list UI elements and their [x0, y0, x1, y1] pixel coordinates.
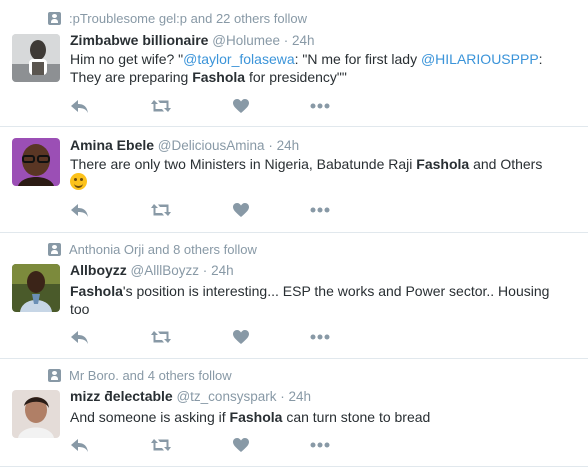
context-text: Anthonia Orji and 8 others follow	[69, 242, 257, 257]
reply-icon[interactable]	[70, 328, 90, 346]
user-handle[interactable]: @tz_consyspark	[176, 389, 276, 404]
tweet-actions	[70, 97, 370, 115]
tweet-text: There are only two Ministers in Nigeria,…	[70, 155, 570, 191]
highlighted-keyword: Fashola	[70, 283, 123, 299]
text-segment: :	[538, 51, 543, 67]
text-segment: 's position is interesting... ESP the wo…	[122, 283, 550, 299]
text-segment: for presidency""	[245, 69, 347, 85]
mention-link[interactable]: @taylor_folasewa	[183, 51, 295, 67]
avatar-image	[12, 264, 60, 312]
separator: ·	[283, 33, 289, 48]
more-options-icon[interactable]	[309, 201, 331, 219]
text-segment: too	[70, 301, 90, 317]
separator: ·	[280, 389, 285, 404]
user-fullname[interactable]: mizz ƌelectable	[70, 388, 173, 404]
tweet-timestamp[interactable]: 24h	[292, 33, 315, 48]
follow-icon	[48, 243, 61, 256]
avatar[interactable]	[12, 34, 60, 82]
more-options-icon[interactable]	[309, 436, 331, 454]
follow-context[interactable]: :pTroublesome gel:p and 22 others follow	[48, 11, 307, 26]
tweet-header: mizz ƌelectable @tz_consyspark · 24h	[70, 388, 311, 404]
like-heart-icon[interactable]	[232, 328, 250, 346]
avatar[interactable]	[12, 264, 60, 312]
smiling-face-emoji-icon	[70, 173, 87, 190]
tweet[interactable]: Mr Boro. and 4 others follow mizz ƌelect…	[0, 358, 588, 467]
text-segment: Him no get wife? "	[70, 51, 184, 67]
mention-link[interactable]: @HILARIOUSPPP	[421, 51, 539, 67]
text-segment: and Others	[469, 156, 543, 172]
tweet-header: Amina Ebele @DeliciousAmina · 24h	[70, 137, 299, 153]
more-options-icon[interactable]	[309, 97, 331, 115]
tweet-header: Zimbabwe billionaire @Holumee · 24h	[70, 32, 315, 48]
avatar-image	[12, 390, 60, 438]
tweet-header: Allboyzz @AlllBoyzz · 24h	[70, 262, 234, 278]
retweet-icon[interactable]	[150, 97, 172, 115]
avatar[interactable]	[12, 138, 60, 186]
tweet-timestamp[interactable]: 24h	[289, 389, 312, 404]
text-segment: And someone is asking if	[70, 409, 230, 425]
tweet[interactable]: Amina Ebele @DeliciousAmina · 24h There …	[0, 126, 588, 233]
text-segment: : "N me for first lady	[294, 51, 421, 67]
tweet-timestamp[interactable]: 24h	[277, 138, 300, 153]
follow-context[interactable]: Anthonia Orji and 8 others follow	[48, 242, 257, 257]
tweet-actions	[70, 328, 370, 346]
like-heart-icon[interactable]	[232, 201, 250, 219]
highlighted-keyword: Fashola	[416, 156, 470, 172]
user-fullname[interactable]: Allboyzz	[70, 262, 127, 278]
tweet-actions	[70, 436, 370, 454]
text-segment: There are only two Ministers in Nigeria,…	[70, 156, 417, 172]
highlighted-keyword: Fashola	[229, 409, 283, 425]
avatar[interactable]	[12, 390, 60, 438]
user-handle[interactable]: @AlllBoyzz	[131, 263, 199, 278]
like-heart-icon[interactable]	[232, 436, 250, 454]
retweet-icon[interactable]	[150, 328, 172, 346]
like-heart-icon[interactable]	[232, 97, 250, 115]
tweet-timestamp[interactable]: 24h	[211, 263, 234, 278]
user-handle[interactable]: @DeliciousAmina	[158, 138, 265, 153]
tweet-text: Him no get wife? "@taylor_folasewa: "N m…	[70, 50, 570, 86]
retweet-icon[interactable]	[150, 201, 172, 219]
text-segment: can turn stone to bread	[282, 409, 431, 425]
user-fullname[interactable]: Amina Ebele	[70, 137, 154, 153]
user-handle[interactable]: @Holumee	[212, 33, 280, 48]
avatar-image	[12, 34, 60, 82]
follow-context[interactable]: Mr Boro. and 4 others follow	[48, 368, 232, 383]
more-options-icon[interactable]	[309, 328, 331, 346]
tweet-actions	[70, 201, 370, 219]
tweet-text: And someone is asking if Fashola can tur…	[70, 408, 570, 426]
avatar-image	[12, 138, 60, 186]
context-text: Mr Boro. and 4 others follow	[69, 368, 232, 383]
highlighted-keyword: Fashola	[192, 69, 246, 85]
retweet-icon[interactable]	[150, 436, 172, 454]
reply-icon[interactable]	[70, 201, 90, 219]
reply-icon[interactable]	[70, 97, 90, 115]
tweet-text: Fashola's position is interesting... ESP…	[70, 282, 570, 318]
reply-icon[interactable]	[70, 436, 90, 454]
text-segment: They are preparing	[70, 69, 193, 85]
separator: ·	[268, 138, 273, 153]
follow-icon	[48, 12, 61, 25]
tweet[interactable]: :pTroublesome gel:p and 22 others follow…	[0, 0, 588, 127]
follow-icon	[48, 369, 61, 382]
separator: ·	[202, 263, 208, 278]
user-fullname[interactable]: Zimbabwe billionaire	[70, 32, 208, 48]
timeline: :pTroublesome gel:p and 22 others follow…	[0, 0, 588, 467]
context-text: :pTroublesome gel:p and 22 others follow	[69, 11, 307, 26]
tweet[interactable]: Anthonia Orji and 8 others follow Allboy…	[0, 232, 588, 359]
